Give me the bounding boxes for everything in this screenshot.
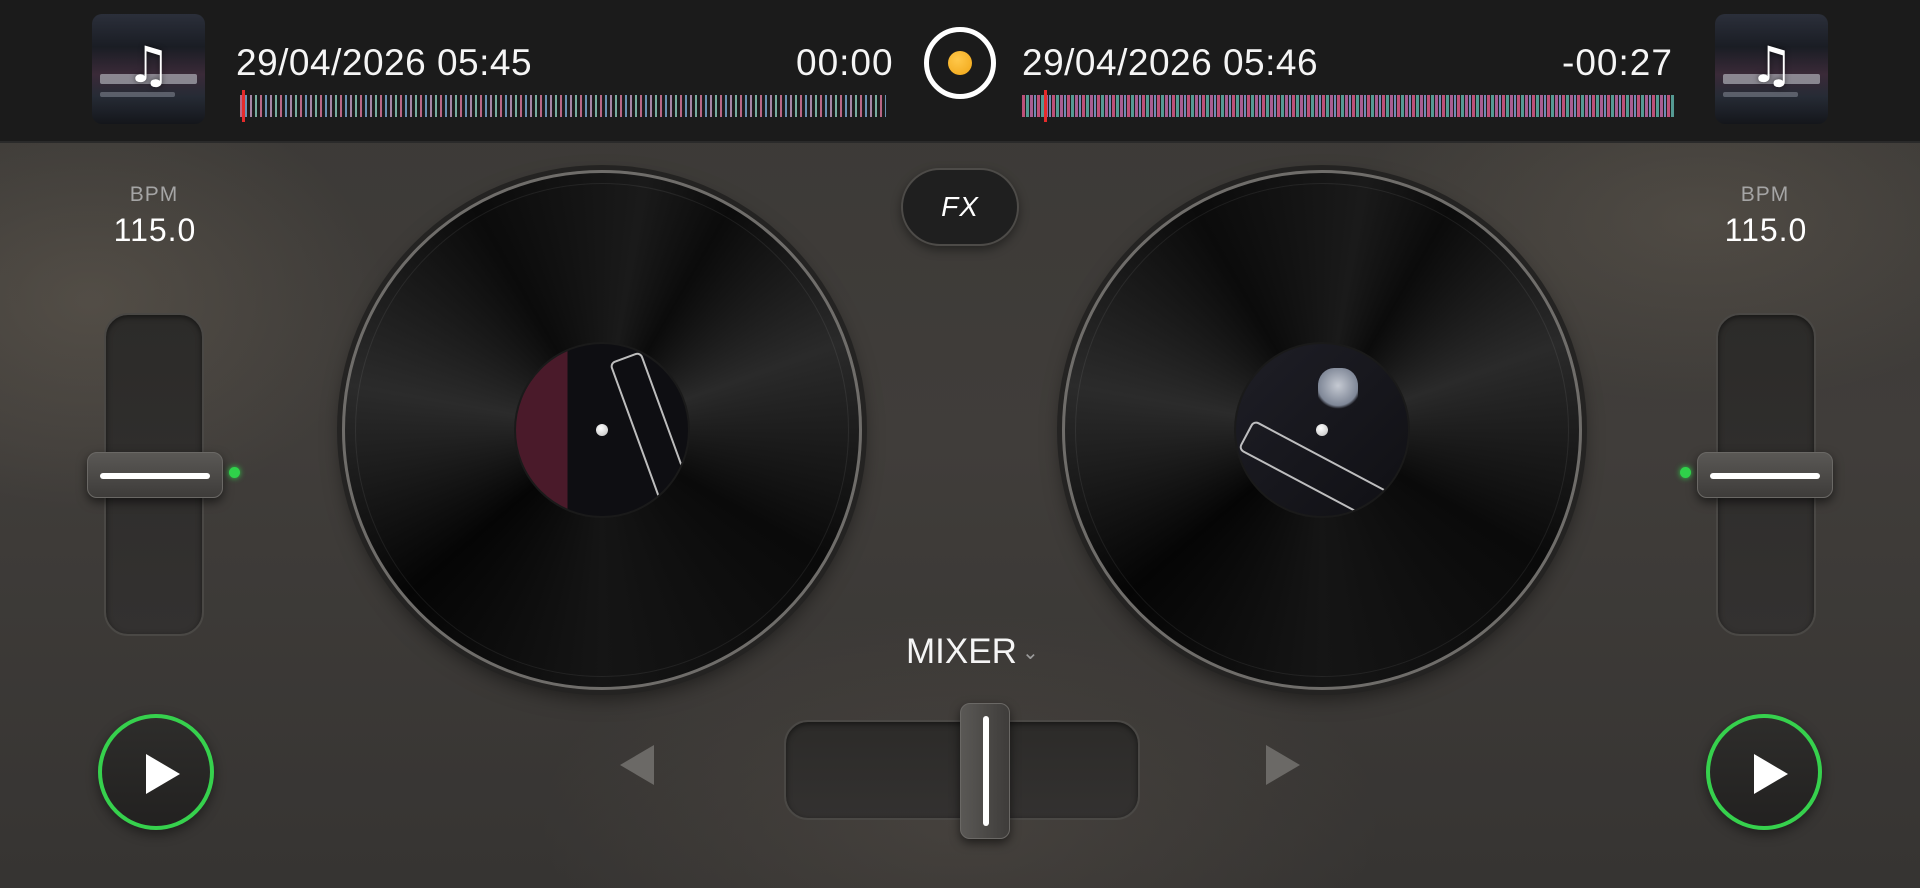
mixer-toggle[interactable]: MIXER ⌄ <box>904 628 1054 672</box>
chevron-down-icon: ⌄ <box>1022 642 1039 664</box>
sync-indicator-icon <box>948 51 972 75</box>
handle-grip <box>983 716 989 826</box>
music-note-icon: ♫ <box>1749 36 1794 94</box>
deck-a-artwork[interactable]: ♫ <box>92 14 205 124</box>
deck-a-bpm-value[interactable]: 115.0 <box>85 212 225 249</box>
deck-b-spindle <box>1316 424 1328 436</box>
deck-a-playhead <box>242 90 245 122</box>
deck-b-platter[interactable] <box>1062 170 1582 690</box>
play-icon <box>146 754 180 794</box>
deck-b-play-button[interactable] <box>1706 714 1822 830</box>
deck-b-bpm-value[interactable]: 115.0 <box>1696 212 1836 249</box>
deck-b-waveform[interactable] <box>1022 95 1674 117</box>
deck-b-time: -00:27 <box>1562 42 1673 83</box>
deck-b-title: 29/04/2026 05:46 <box>1022 42 1319 83</box>
deck-a-waveform[interactable] <box>240 95 886 117</box>
deck-b-pitch-indicator <box>1680 467 1691 478</box>
deck-a-spindle <box>596 424 608 436</box>
deck-a-bpm-label: BPM <box>129 183 179 206</box>
handle-grip <box>100 473 210 479</box>
crossfader-left-arrow-icon[interactable] <box>620 745 654 785</box>
sync-button[interactable] <box>924 27 996 99</box>
music-note-icon: ♫ <box>126 36 171 94</box>
crossfader-handle[interactable] <box>960 703 1010 839</box>
play-icon <box>1754 754 1788 794</box>
crossfader-right-arrow-icon[interactable] <box>1266 745 1300 785</box>
deck-a-time: 00:00 <box>796 42 894 83</box>
deck-b-playhead <box>1044 90 1047 122</box>
deck-a-pitch-indicator <box>229 467 240 478</box>
deck-a-platter[interactable] <box>342 170 862 690</box>
deck-b-bpm-label: BPM <box>1740 183 1790 206</box>
fx-button[interactable]: FX <box>901 168 1019 246</box>
deck-a-play-button[interactable] <box>98 714 214 830</box>
mixer-label: MIXER <box>906 632 1017 671</box>
handle-grip <box>1710 473 1820 479</box>
top-bar: ♫ 29/04/2026 05:45 00:00 29/04/2026 05:4… <box>0 0 1920 143</box>
deck-b-artwork[interactable]: ♫ <box>1715 14 1828 124</box>
deck-a-title: 29/04/2026 05:45 <box>236 42 533 83</box>
deck-b-pitch-handle[interactable] <box>1697 452 1833 498</box>
deck-a-pitch-handle[interactable] <box>87 452 223 498</box>
